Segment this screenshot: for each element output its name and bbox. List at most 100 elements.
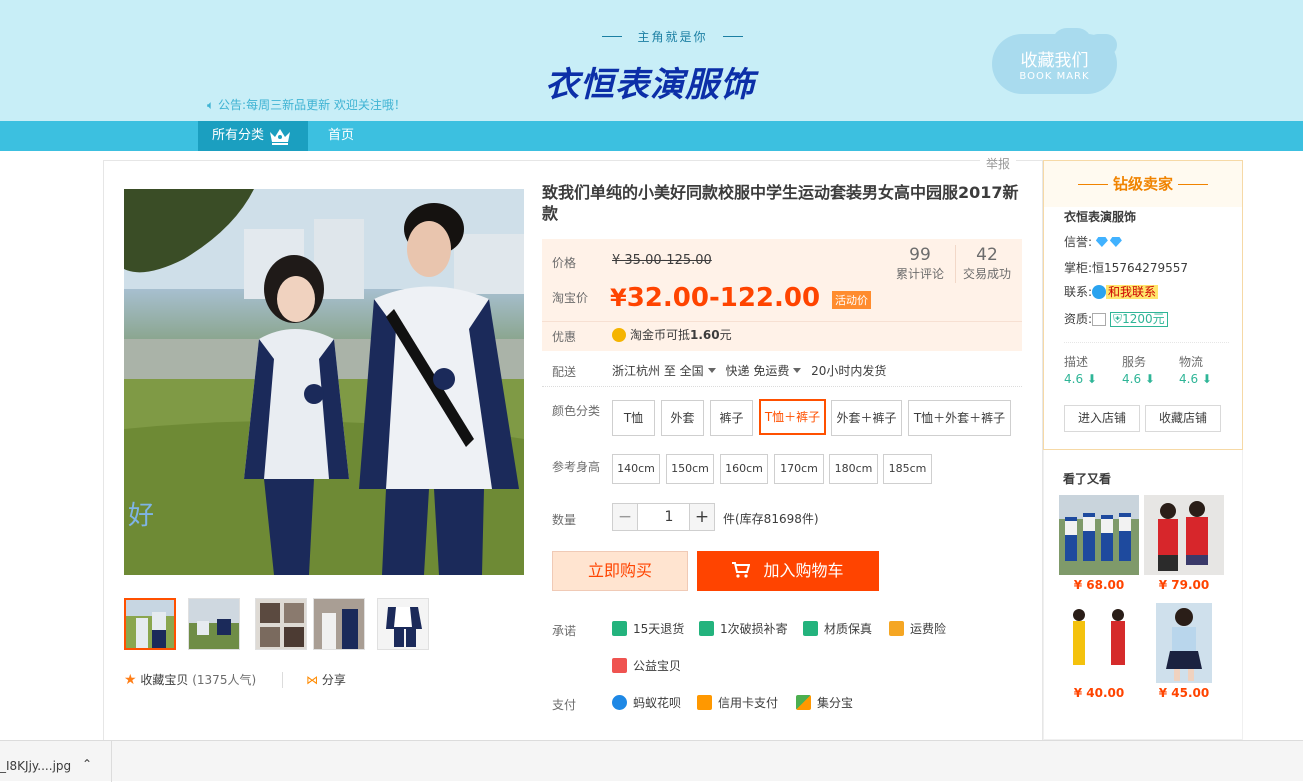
score-description: 描述 4.6 ⬇ xyxy=(1064,354,1114,388)
share-button[interactable]: ⋈ 分享 xyxy=(306,672,346,688)
thumbnail[interactable] xyxy=(188,598,240,650)
notice-text: 公告:每周三新品更新 欢迎关注哦！ xyxy=(218,98,406,112)
score-value: 4.6 ⬇ xyxy=(1179,372,1212,386)
svg-text:好: 好 xyxy=(128,501,154,531)
ship-to-dropdown[interactable]: 全国 xyxy=(680,364,722,378)
payment-huabei[interactable]: 蚂蚁花呗 xyxy=(612,695,681,711)
keeper-name[interactable]: 恒15764279557 xyxy=(1092,261,1188,275)
size-option[interactable]: 185cm xyxy=(883,454,932,484)
taobao-price-label: 淘宝价 xyxy=(552,291,589,305)
score-value: 4.6 ⬇ xyxy=(1122,372,1155,386)
report-link[interactable]: 举报 xyxy=(980,155,1017,172)
promise-text: 运费险 xyxy=(910,622,947,636)
also-viewed-image[interactable] xyxy=(1144,495,1224,575)
color-option[interactable]: T恤 xyxy=(612,400,655,436)
payment-text: 集分宝 xyxy=(817,696,854,710)
color-option[interactable]: 裤子 xyxy=(710,400,753,436)
also-viewed-price[interactable]: ¥ 79.00 xyxy=(1144,578,1224,592)
deposit-badge[interactable]: ⛨1200元 xyxy=(1110,312,1168,327)
seller-shop-name[interactable]: 衣恒表演服饰 xyxy=(1064,209,1136,225)
payment-text: 蚂蚁花呗 xyxy=(633,696,682,710)
shop-name-logo[interactable]: 衣恒表演服饰 xyxy=(545,60,805,110)
enter-shop-button[interactable]: 进入店铺 xyxy=(1064,405,1140,432)
credit-card-icon xyxy=(697,695,712,710)
seller-qualification: 资质: ⛨1200元 xyxy=(1064,311,1168,327)
divider xyxy=(542,386,1022,387)
favorite-shop-button[interactable]: 收藏店铺 xyxy=(1145,405,1221,432)
download-bar: _I8KJjy....jpg ⌃ xyxy=(0,740,1303,782)
discount-text: 淘金币可抵 xyxy=(630,328,691,342)
promise-charity[interactable]: 公益宝贝 xyxy=(612,658,681,674)
payment-jifenbao[interactable]: 集分宝 xyxy=(796,695,853,711)
also-viewed-image[interactable] xyxy=(1059,495,1139,575)
share-label: 分享 xyxy=(321,673,346,687)
promise-text: 15天退货 xyxy=(633,622,685,636)
reviews-label: 累计评论 xyxy=(895,267,944,281)
thumbnail[interactable] xyxy=(313,598,365,650)
nav-home[interactable]: 首页 xyxy=(328,121,354,151)
color-label: 颜色分类 xyxy=(552,404,601,418)
bookmark-shop-button[interactable]: 收藏我们 BOOK MARK xyxy=(992,28,1117,94)
discount-info: 淘金币可抵1.60元 xyxy=(612,326,732,343)
wangwang-icon xyxy=(1092,285,1107,299)
divider xyxy=(111,741,112,782)
size-option[interactable]: 180cm xyxy=(829,454,878,484)
license-icon[interactable] xyxy=(1092,313,1107,326)
size-option[interactable]: 170cm xyxy=(774,454,824,484)
shop-banner: 主角就是你 衣恒表演服饰 🔈︎ 公告:每周三新品更新 欢迎关注哦！ 收藏我们 B… xyxy=(0,0,1303,121)
contact-label: 联系: xyxy=(1064,285,1093,299)
divider xyxy=(282,672,283,688)
crown-icon xyxy=(268,126,292,146)
thumbnail[interactable] xyxy=(255,598,307,650)
shipping-label: 配送 xyxy=(552,365,577,379)
genuine-icon xyxy=(803,621,818,636)
also-viewed-price[interactable]: ¥ 40.00 xyxy=(1059,686,1139,700)
color-option-selected[interactable]: T恤＋裤子 xyxy=(759,399,826,435)
price-label: 价格 xyxy=(552,256,577,270)
diamond-icon xyxy=(1109,237,1122,247)
keeper-label: 掌柜: xyxy=(1064,261,1093,275)
promise-return[interactable]: 15天退货 xyxy=(612,621,684,637)
promise-genuine[interactable]: 材质保真 xyxy=(803,621,872,637)
size-option[interactable]: 150cm xyxy=(666,454,714,484)
product-main-image[interactable]: 好 xyxy=(124,189,524,575)
buy-now-button[interactable]: 立即购买 xyxy=(552,551,688,591)
price-box: 价格 ¥ 35.00-125.00 淘宝价 ¥32.00-122.00 活动价 … xyxy=(542,239,1022,351)
promise-text: 1次破损补寄 xyxy=(720,622,788,636)
size-option[interactable]: 140cm xyxy=(612,454,660,484)
reviews-stat[interactable]: 99 累计评论 xyxy=(888,245,952,282)
favorite-item-button[interactable]: ★ 收藏宝贝 (1375人气) xyxy=(124,672,256,688)
chevron-up-icon[interactable]: ⌃ xyxy=(82,757,92,771)
nav-all-categories[interactable]: 所有分类 xyxy=(198,121,308,151)
also-viewed-price[interactable]: ¥ 68.00 xyxy=(1059,578,1139,592)
also-viewed-image[interactable] xyxy=(1059,603,1139,683)
color-option[interactable]: 外套＋裤子 xyxy=(831,400,902,436)
contact-seller-button[interactable]: 和我联系 xyxy=(1106,285,1159,299)
add-to-cart-button[interactable]: 加入购物车 xyxy=(697,551,879,591)
chevron-down-icon xyxy=(793,368,802,373)
quantity-increase-button[interactable]: + xyxy=(689,503,715,531)
arrow-down-icon: ⬇ xyxy=(1201,372,1212,386)
size-option[interactable]: 160cm xyxy=(720,454,768,484)
quantity-decrease-button[interactable]: − xyxy=(612,503,638,531)
seller-credit: 信誉: xyxy=(1064,234,1124,250)
thumbnail[interactable] xyxy=(124,598,176,650)
color-option[interactable]: T恤＋外套＋裤子 xyxy=(908,400,1011,436)
shop-tagline: 主角就是你 xyxy=(600,28,745,45)
download-filename[interactable]: _I8KJjy....jpg xyxy=(0,759,71,773)
also-viewed-price[interactable]: ¥ 45.00 xyxy=(1144,686,1224,700)
nav-all-categories-label: 所有分类 xyxy=(212,128,265,143)
sales-label: 交易成功 xyxy=(962,267,1011,281)
payment-credit-card[interactable]: 信用卡支付 xyxy=(697,695,778,711)
seller-info-panel: 钻级卖家 衣恒表演服饰 信誉: 掌柜:恒15764279557 联系: 和我联系 … xyxy=(1043,160,1243,450)
star-icon: ★ xyxy=(124,672,137,688)
promise-damage[interactable]: 1次破损补寄 xyxy=(699,621,788,637)
score-label: 服务 xyxy=(1122,355,1147,369)
also-viewed-image[interactable] xyxy=(1156,603,1212,683)
color-option[interactable]: 外套 xyxy=(661,400,704,436)
thumbnail[interactable] xyxy=(377,598,429,650)
favorite-label: 收藏宝贝 xyxy=(140,673,189,687)
taobao-price: ¥32.00-122.00 xyxy=(610,283,820,313)
promise-shipping-insurance[interactable]: 运费险 xyxy=(889,621,946,637)
ship-method-dropdown[interactable]: 快递 免运费 xyxy=(726,364,808,378)
